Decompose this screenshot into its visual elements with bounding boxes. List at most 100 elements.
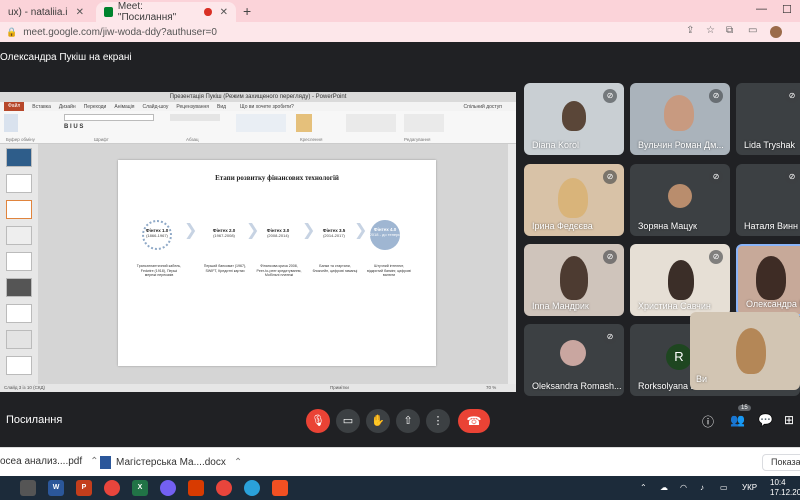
tell-me[interactable]: Що ви хочете зробити?	[240, 104, 294, 110]
meet-favicon-icon	[104, 7, 113, 17]
participant-name: Зоряна Мацук	[638, 221, 697, 231]
font-name-box[interactable]	[64, 114, 154, 121]
zoom-level[interactable]: 70 %	[486, 384, 496, 392]
ribbon-tab[interactable]: Рецензування	[176, 104, 209, 110]
extensions-icon[interactable]: ⧉	[726, 25, 733, 36]
shapes-gallery[interactable]	[236, 114, 286, 132]
ribbon-tab[interactable]: Дизайн	[59, 104, 76, 110]
slide-thumbnail[interactable]	[6, 148, 32, 167]
mic-off-button[interactable]: 🎙	[306, 409, 330, 433]
ribbon-group-label: Креслення	[300, 137, 323, 142]
participant-tile[interactable]: ⊘ Зоряна Мацук	[630, 164, 730, 236]
battery-icon[interactable]: ▭	[720, 483, 728, 492]
vertical-scrollbar[interactable]	[508, 144, 516, 384]
phase-description-5: Штучний інтелект, відкритий банкінг, циф…	[367, 264, 411, 278]
phase-description-2: Перший банкомат (1967), SWIFT, Кредитні …	[203, 264, 247, 273]
share-icon[interactable]: ⇪	[686, 25, 694, 36]
slide-counter: Слайд 3 із 10 (СКД)	[4, 385, 46, 390]
ribbon-tab[interactable]: Анімація	[114, 104, 134, 110]
slide-thumbnail[interactable]	[6, 278, 32, 297]
participant-tile-speaking[interactable]: Олександра П	[736, 244, 800, 316]
phase-years: (1866-1967)	[146, 233, 168, 238]
paste-icon[interactable]	[4, 114, 18, 132]
slide-thumbnail[interactable]	[6, 356, 32, 375]
mic-off-icon: ⊘	[709, 170, 723, 184]
new-tab-plus-icon[interactable]: +	[243, 3, 251, 19]
close-icon[interactable]: ✕	[220, 7, 228, 18]
participant-tile[interactable]: ⊘ Ірина Федєєва	[524, 164, 624, 236]
chrome-profile-taskbar-icon[interactable]	[216, 480, 232, 496]
participant-name: Христина Савчин	[638, 301, 711, 311]
taskbar-app-icon[interactable]	[20, 480, 36, 496]
people-icon[interactable]: 👥	[730, 413, 745, 427]
slide-thumbnail[interactable]	[6, 330, 32, 349]
share-label[interactable]: Спільний доступ	[464, 104, 502, 110]
tray-chevron-icon[interactable]: ⌃	[640, 483, 647, 492]
browser-tab-mail[interactable]: ux) - nataliia.ilnytska@ ✕	[0, 2, 92, 22]
slide-thumbnail[interactable]	[6, 226, 32, 245]
shape-format-buttons[interactable]	[346, 114, 396, 132]
participant-tile[interactable]: ⊘ Lida Tryshak	[736, 83, 800, 155]
participant-tile[interactable]: ⊘ Іnna Мандрик	[524, 244, 624, 316]
slide-thumbnail[interactable]	[6, 174, 32, 193]
participant-name: Олександра П	[746, 299, 800, 309]
office-taskbar-icon[interactable]	[188, 480, 204, 496]
participant-tile[interactable]: ⊘ Наталя Винн	[736, 164, 800, 236]
wifi-icon[interactable]: ◠	[680, 483, 687, 492]
chrome-taskbar-icon[interactable]	[104, 480, 120, 496]
participant-tile[interactable]: ⊘ Diana Korol	[524, 83, 624, 155]
download-item-docx[interactable]: Магістерська Ма....docx ⌃	[100, 456, 242, 469]
editing-buttons[interactable]	[404, 114, 444, 132]
input-language[interactable]: УКР	[742, 483, 757, 492]
present-screen-button[interactable]: ⇧	[396, 409, 420, 433]
download-item-pdf[interactable]: ocea анализ....pdf ⌃	[0, 456, 99, 467]
self-view-tile[interactable]: Ви	[690, 312, 800, 390]
minimize-icon[interactable]: —	[756, 3, 767, 15]
word-taskbar-icon[interactable]: W	[48, 480, 64, 496]
ribbon-tab[interactable]: Вставка	[32, 104, 51, 110]
ribbon-tab[interactable]: Переходи	[84, 104, 107, 110]
bold-italic-buttons[interactable]: B I U S	[64, 124, 83, 130]
participant-tile[interactable]: ⊘ Христина Савчин	[630, 244, 730, 316]
browser-tab-meet[interactable]: Meet: "Посилання" ✕	[96, 1, 236, 23]
slide-thumbnail[interactable]	[6, 304, 32, 323]
ribbon-tab-file[interactable]: Файл	[4, 102, 25, 111]
arrange-icon[interactable]	[296, 114, 312, 132]
camera-button[interactable]: ▭	[336, 409, 360, 433]
chevron-up-icon[interactable]: ⌃	[234, 457, 242, 468]
address-bar[interactable]: 🔒 meet.google.com/jiw-woda-ddy?authuser=…	[0, 22, 800, 42]
paragraph-buttons[interactable]	[170, 114, 220, 121]
powerpoint-ribbon: B I U S Буфер обміну Шрифт Абзац Креслен…	[0, 111, 516, 144]
telegram-taskbar-icon[interactable]	[244, 480, 260, 496]
meeting-details-icon[interactable]: ⓘ	[702, 413, 714, 430]
chevron-up-icon[interactable]: ⌃	[90, 456, 98, 467]
ribbon-tab[interactable]: Слайд-шоу	[142, 104, 168, 110]
ribbon-tab[interactable]: Вид	[217, 104, 226, 110]
taskbar-clock[interactable]: 10:4 17.12.20	[770, 478, 800, 498]
show-all-downloads-button[interactable]: Показати	[762, 454, 800, 471]
powerpoint-taskbar-icon[interactable]: P	[76, 480, 92, 496]
excel-taskbar-icon[interactable]: X	[132, 480, 148, 496]
slide-thumbnail[interactable]	[6, 200, 32, 219]
participant-tile[interactable]: ⊘ Oleksandra Romash...	[524, 324, 624, 396]
profile-avatar[interactable]	[770, 26, 782, 38]
chat-icon[interactable]: 💬	[758, 413, 773, 427]
network-icon[interactable]: ☁	[660, 483, 668, 492]
slide-thumbnail[interactable]	[6, 252, 32, 271]
sidebar-icon[interactable]: ▭	[748, 25, 757, 36]
close-icon[interactable]: ✕	[76, 7, 84, 18]
ribbon-group-label: Редагування	[404, 137, 431, 142]
activities-icon[interactable]: ⊞	[784, 413, 794, 427]
app-taskbar-icon[interactable]	[272, 480, 288, 496]
more-options-button[interactable]: ⋮	[426, 409, 450, 433]
maximize-icon[interactable]: ☐	[782, 3, 792, 16]
notes-label[interactable]: Примітки	[330, 384, 349, 392]
slide-canvas[interactable]: Етапи розвитку фінансових технологій Фін…	[118, 160, 436, 366]
volume-icon[interactable]: ♪	[700, 483, 704, 492]
participant-avatar: R	[666, 344, 692, 370]
star-icon[interactable]: ☆	[706, 25, 715, 36]
raise-hand-button[interactable]: ✋	[366, 409, 390, 433]
viber-taskbar-icon[interactable]	[160, 480, 176, 496]
participant-tile[interactable]: ⊘ Вульчин Роман Дм...	[630, 83, 730, 155]
leave-call-button[interactable]: ☎	[458, 409, 490, 433]
